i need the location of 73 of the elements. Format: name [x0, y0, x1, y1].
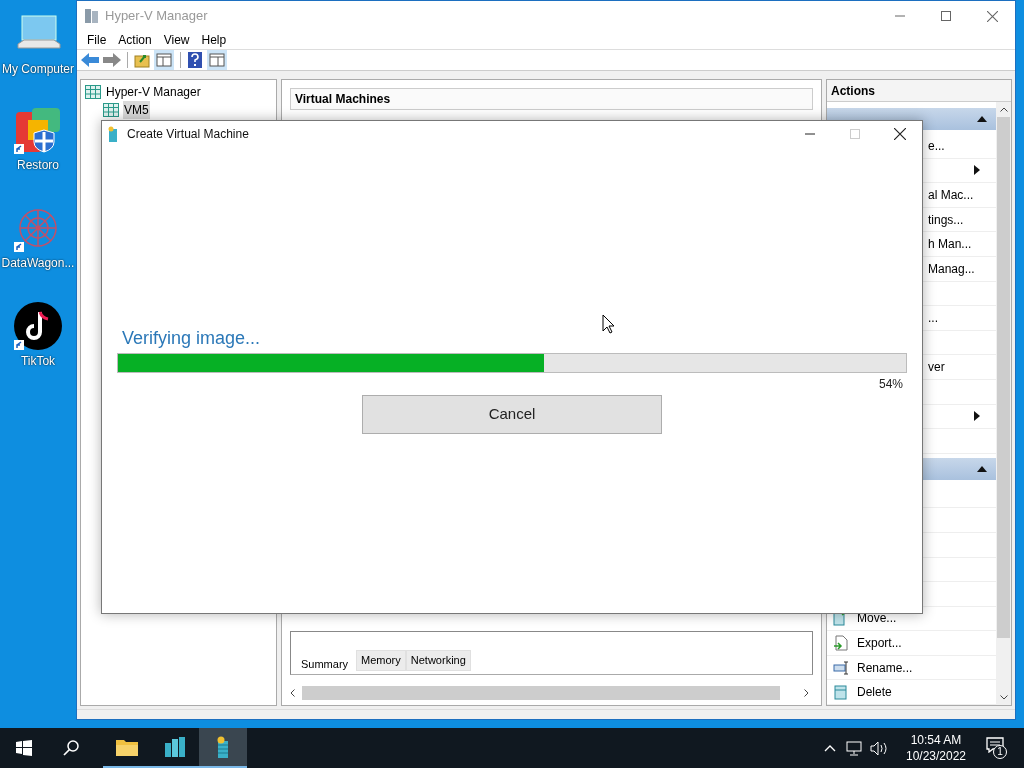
- back-icon[interactable]: [81, 53, 99, 67]
- window-title: Hyper-V Manager: [105, 7, 208, 26]
- tree-item[interactable]: Hyper-V Manager: [105, 83, 202, 101]
- close-icon: [893, 128, 906, 140]
- submenu-arrow-icon[interactable]: [974, 165, 980, 176]
- cancel-button[interactable]: Cancel: [362, 395, 662, 434]
- network-icon[interactable]: [846, 740, 862, 756]
- status-text: Verifying image...: [122, 327, 262, 350]
- submenu-arrow-icon[interactable]: [974, 411, 980, 422]
- shortcut-icon: [14, 242, 24, 252]
- collapse-icon[interactable]: [977, 465, 987, 472]
- clock-date[interactable]: 10/23/2022: [905, 748, 967, 764]
- task-link[interactable]: e...: [928, 136, 945, 155]
- vertical-scrollbar[interactable]: [996, 102, 1011, 706]
- help-icon[interactable]: [187, 51, 203, 69]
- task-link[interactable]: h Man...: [928, 235, 972, 254]
- task-link[interactable]: Manag...: [928, 259, 975, 278]
- tree-item[interactable]: VM5: [123, 101, 150, 119]
- servers-icon: [163, 735, 187, 759]
- music-note-icon[interactable]: [14, 302, 62, 350]
- server-icon: [103, 103, 119, 117]
- collapse-icon[interactable]: [977, 116, 987, 122]
- scroll-left-icon[interactable]: [290, 689, 295, 698]
- section-title: Virtual Machines: [295, 91, 391, 108]
- scroll-thumb[interactable]: [302, 686, 780, 701]
- menu-item[interactable]: View: [157, 31, 196, 49]
- scroll-up-icon[interactable]: [999, 107, 1008, 112]
- search-icon[interactable]: [63, 740, 79, 756]
- server-icon: [85, 85, 101, 99]
- dialog-title: Create Virtual Machine: [127, 126, 249, 143]
- app-icon: [107, 126, 119, 142]
- task-link[interactable]: Delete: [857, 683, 892, 702]
- maximize-icon: [941, 11, 951, 21]
- desktop-icon-label[interactable]: Restoro: [17, 156, 59, 174]
- task-link[interactable]: ver: [928, 358, 945, 377]
- scroll-down-icon[interactable]: [999, 695, 1008, 701]
- server-icon: [85, 8, 99, 24]
- rename-icon: [833, 659, 849, 676]
- scroll-thumb[interactable]: [997, 117, 1010, 639]
- percent-text: 54%: [878, 376, 903, 393]
- pane-icon[interactable]: [154, 50, 174, 70]
- desktop-icon-label[interactable]: My Computer: [2, 60, 74, 78]
- task-link[interactable]: Rename...: [857, 658, 913, 677]
- task-link[interactable]: al Mac...: [928, 186, 974, 204]
- close-icon: [986, 10, 998, 22]
- shortcut-icon: [14, 340, 24, 350]
- task-link[interactable]: Export...: [857, 634, 902, 653]
- actions-title: Actions: [831, 82, 875, 100]
- notification-icon: [986, 737, 1004, 753]
- menu-item[interactable]: Action: [112, 31, 158, 49]
- maximize-icon: [849, 129, 860, 139]
- shield-app-icon[interactable]: [14, 106, 62, 154]
- notification-count: 1: [993, 745, 1007, 759]
- notification-button[interactable]: 1: [986, 737, 1006, 759]
- forward-icon[interactable]: [103, 53, 121, 67]
- volume-icon[interactable]: [870, 740, 888, 756]
- task-link[interactable]: tings...: [928, 210, 964, 229]
- folder-up-icon[interactable]: [134, 52, 150, 68]
- start-icon[interactable]: [16, 740, 32, 756]
- export-icon: [833, 635, 849, 652]
- pane-icon[interactable]: [207, 50, 227, 70]
- shortcut-icon: [14, 144, 24, 154]
- desktop-icon-label[interactable]: DataWagon...: [1, 254, 75, 272]
- menu-item[interactable]: Help: [195, 31, 233, 49]
- tab[interactable]: Networking: [405, 650, 471, 672]
- cursor-icon: [602, 314, 615, 334]
- task-link[interactable]: ...: [928, 308, 938, 327]
- clock-time[interactable]: 10:54 AM: [910, 732, 962, 748]
- menu-item[interactable]: File: [81, 31, 113, 49]
- delete-icon: [833, 684, 849, 701]
- chevron-up-icon[interactable]: [824, 744, 836, 752]
- tab[interactable]: Memory: [356, 650, 406, 672]
- scroll-right-icon[interactable]: [804, 689, 809, 698]
